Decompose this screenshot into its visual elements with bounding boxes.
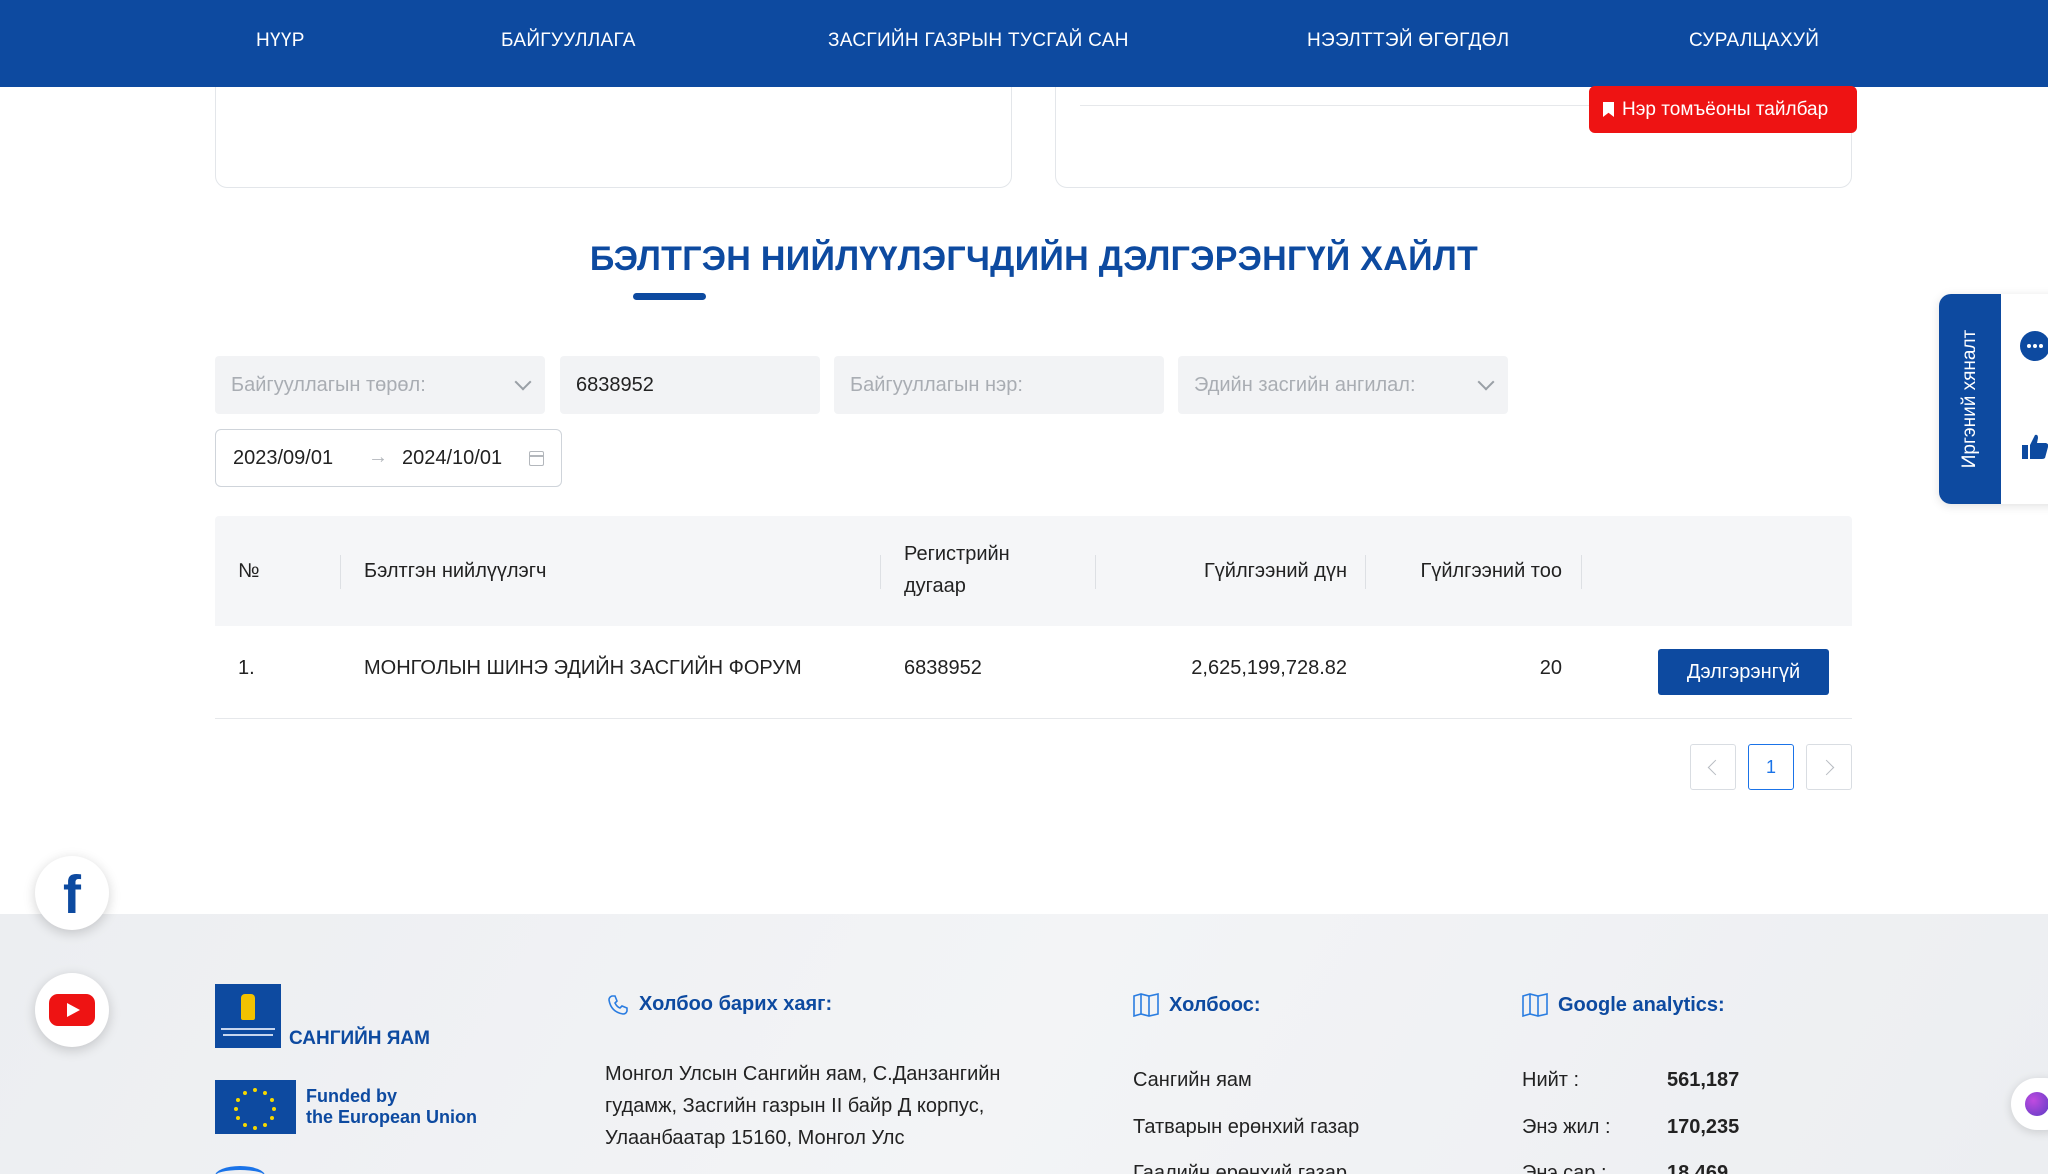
cell-amount: 2,625,199,728.82	[1191, 657, 1347, 679]
org-name-placeholder: Байгууллагын нэр:	[850, 373, 1023, 396]
date-from[interactable]: 2023/09/01	[233, 447, 333, 470]
eu-flag-logo	[215, 1080, 296, 1134]
column-separator	[1095, 555, 1096, 589]
chat-icon[interactable]	[2020, 331, 2048, 361]
column-separator	[880, 555, 881, 589]
stat-value-month: 18,469	[1667, 1162, 1729, 1174]
nav-item-special-funds[interactable]: ЗАСГИЙН ГАЗРЫН ТУСГАЙ САН	[828, 30, 1129, 52]
cell-no: 1.	[238, 657, 255, 679]
chevron-right-icon	[1818, 759, 1835, 775]
stat-value-total: 561,187	[1667, 1069, 1740, 1091]
title-underline	[633, 293, 706, 300]
bookmark-icon	[1603, 102, 1614, 117]
column-separator	[1581, 555, 1582, 589]
stat-label-total: Нийт :	[1522, 1069, 1580, 1091]
nav-item-home[interactable]: НҮҮР	[256, 30, 305, 52]
column-separator	[340, 555, 341, 589]
pagination-page-button[interactable]: 1	[1748, 744, 1794, 790]
date-range-picker[interactable]: 2023/09/01 → 2024/10/01	[215, 429, 562, 487]
chatbot-icon	[2025, 1092, 2048, 1116]
nav-item-organizations[interactable]: БАЙГУУЛЛАГА	[501, 30, 636, 52]
citizen-feedback-widget[interactable]: Иргэний хяналт	[1939, 294, 2048, 504]
facebook-button[interactable]: f	[35, 856, 109, 930]
economic-class-select[interactable]: Эдийн засгийн ангилал:	[1178, 356, 1508, 414]
results-table: № Бэлтгэн нийлүүлэгч Регистрийн дугаар Г…	[215, 516, 1852, 719]
glossary-button-label: Нэр томъёоны тайлбар	[1622, 98, 1829, 120]
top-navigation: НҮҮР БАЙГУУЛЛАГА ЗАСГИЙН ГАЗРЫН ТУСГАЙ С…	[0, 0, 2048, 87]
cell-register: 6838952	[904, 657, 982, 679]
org-type-select[interactable]: Байгууллагын төрөл:	[215, 356, 545, 414]
header-register-line2: дугаар	[904, 575, 966, 597]
analytics-title-label: Google analytics:	[1558, 993, 1725, 1016]
arrow-right-icon: →	[368, 446, 388, 468]
chevron-down-icon	[514, 373, 532, 391]
date-to[interactable]: 2024/10/01	[402, 447, 502, 470]
contact-address: Монгол Улсын Сангийн яам, С.Данзангийн г…	[605, 1063, 1001, 1149]
links-title: Холбоос:	[1133, 993, 1261, 1017]
pagination-prev-button[interactable]	[1690, 744, 1736, 790]
eu-line-1: Funded by	[306, 1086, 397, 1106]
chevron-left-icon	[1707, 759, 1724, 775]
header-count: Гүйлгээний тоо	[1420, 560, 1562, 582]
stat-value-year: 170,235	[1667, 1116, 1740, 1138]
chevron-down-icon	[1477, 373, 1495, 391]
register-input[interactable]: 6838952	[560, 356, 820, 414]
facebook-icon: f	[63, 865, 81, 925]
section-title: БЭЛТГЭН НИЙЛҮҮЛЭГЧДИЙН ДЭЛГЭРЭНГҮЙ ХАЙЛТ	[589, 240, 1479, 278]
feedback-tab[interactable]: Иргэний хяналт	[1939, 294, 2001, 504]
links-title-label: Холбоос:	[1169, 993, 1261, 1016]
column-separator	[1365, 555, 1366, 589]
contact-title-label: Холбоо барих хаяг:	[639, 993, 833, 1015]
map-icon	[1133, 993, 1159, 1017]
thumbs-up-icon[interactable]	[2020, 432, 2048, 462]
header-amount: Гүйлгээний дүн	[1203, 560, 1347, 582]
contact-title: Холбоо барих хаяг:	[607, 993, 832, 1016]
map-icon	[1522, 993, 1548, 1017]
economic-class-placeholder: Эдийн засгийн ангилал:	[1194, 373, 1416, 396]
footer-link-customs[interactable]: Гаалийн ерөнхий газар	[1133, 1162, 1347, 1174]
table-header: № Бэлтгэн нийлүүлэгч Регистрийн дугаар Г…	[215, 516, 1852, 626]
table-row: 1. МОНГОЛЫН ШИНЭ ЭДИЙН ЗАСГИЙН ФОРУМ 683…	[215, 626, 1852, 719]
org-type-placeholder: Байгууллагын төрөл:	[231, 373, 426, 396]
feedback-tab-label: Иргэний хяналт	[1959, 329, 1980, 469]
org-name-input[interactable]: Байгууллагын нэр:	[834, 356, 1164, 414]
ministry-emblem-logo	[215, 984, 281, 1048]
phone-icon	[608, 994, 628, 1015]
eu-line-2: the European Union	[306, 1107, 477, 1127]
footer-link-tax[interactable]: Татварын ерөнхий газар	[1133, 1116, 1359, 1139]
footer-link-ministry[interactable]: Сангийн яам	[1133, 1069, 1252, 1092]
cell-count: 20	[1539, 657, 1562, 679]
stat-label-month: Энэ сар :	[1522, 1162, 1607, 1174]
analytics-title: Google analytics:	[1522, 993, 1725, 1017]
glossary-button[interactable]: Нэр томъёоны тайлбар	[1589, 86, 1857, 133]
header-supplier: Бэлтгэн нийлүүлэгч	[364, 560, 547, 582]
nav-item-open-data[interactable]: НЭЭЛТТЭЙ ӨГӨГДӨЛ	[1307, 30, 1509, 52]
header-register-line1: Регистрийн	[904, 543, 1010, 565]
nav-item-learning[interactable]: СУРАЛЦАХУЙ	[1689, 30, 1819, 52]
pagination-next-button[interactable]	[1806, 744, 1852, 790]
ministry-name: САНГИЙН ЯАМ	[289, 1028, 430, 1049]
register-input-value: 6838952	[576, 373, 654, 396]
youtube-button[interactable]	[35, 973, 109, 1047]
stat-label-year: Энэ жил :	[1522, 1116, 1611, 1138]
eu-funding-text: Funded by the European Union	[306, 1086, 477, 1128]
header-no: №	[238, 560, 260, 582]
calendar-icon	[529, 451, 544, 466]
cell-supplier: МОНГОЛЫН ШИНЭ ЭДИЙН ЗАСГИЙН ФОРУМ	[364, 657, 802, 679]
youtube-icon	[49, 994, 95, 1026]
details-button[interactable]: Дэлгэрэнгүй	[1658, 649, 1829, 695]
